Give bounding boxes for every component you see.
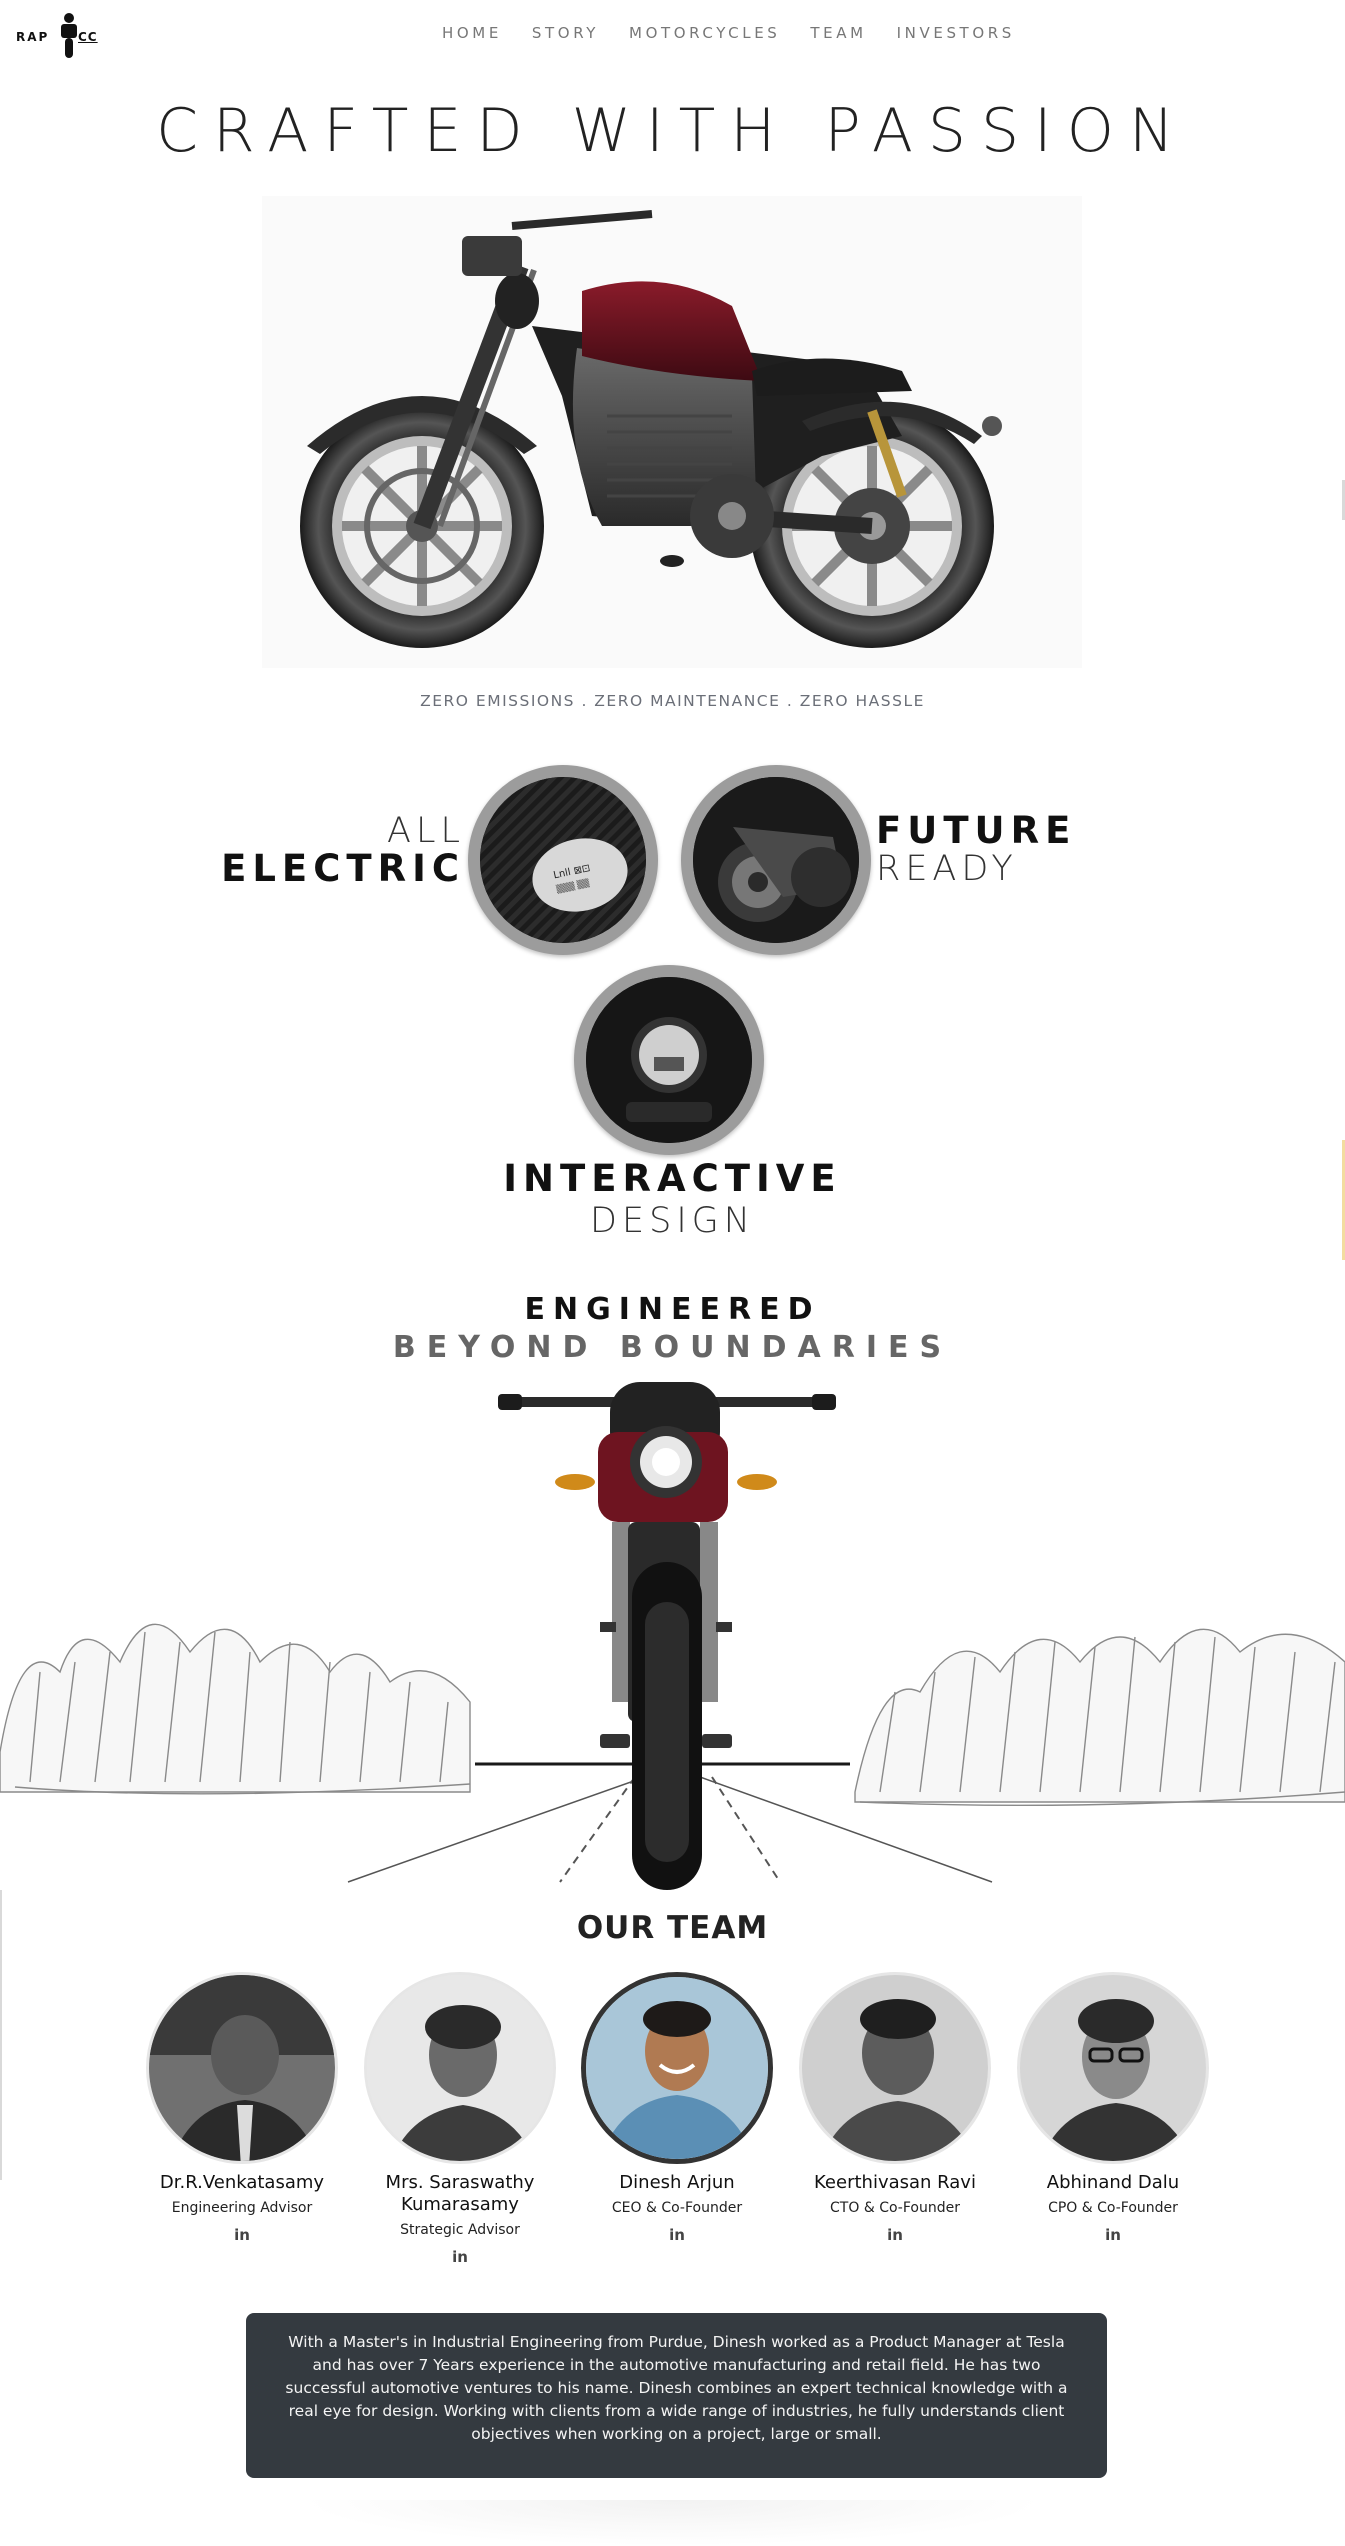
team-member-card[interactable]: Dr.R.Venkatasamy Engineering Advisor in: [142, 1972, 342, 2244]
linkedin-icon[interactable]: in: [577, 2226, 777, 2244]
engineered-subtitle: BEYOND BOUNDARIES: [392, 1330, 953, 1365]
logo[interactable]: RAP CC: [16, 8, 111, 60]
team-member-bio: With a Master's in Industrial Engineerin…: [246, 2313, 1107, 2478]
logo-suffix: CC: [78, 30, 98, 44]
team-member-role: CPO & Co-Founder: [1048, 2200, 1178, 2216]
engineered-title: ENGINEERED: [524, 1292, 821, 1327]
feature-image-dashboard: [574, 965, 764, 1155]
feature-all-electric: ALL ELECTRIC: [221, 812, 465, 888]
linkedin-icon[interactable]: in: [1013, 2226, 1213, 2244]
nav-motorcycles[interactable]: MOTORCYCLES: [629, 24, 780, 42]
team-title: OUR TEAM: [576, 1910, 769, 1946]
feature-future-ready: FUTURE READY: [876, 809, 1077, 889]
logo-rider-icon: [61, 13, 77, 58]
avatar[interactable]: [581, 1972, 773, 2164]
feature-all-electric-bold: ELECTRIC: [221, 847, 465, 890]
team-member-role: Engineering Advisor: [171, 2200, 313, 2216]
avatar[interactable]: [1017, 1972, 1209, 2164]
feature-interactive-design: INTERACTIVE DESIGN: [0, 1158, 1345, 1242]
team-member-role: Strategic Advisor: [400, 2222, 520, 2238]
team-member-card[interactable]: Keerthivasan Ravi CTO & Co-Founder in: [795, 1972, 995, 2244]
team-member-name: Dr.R.Venkatasamy: [159, 2172, 325, 2193]
logo-text: RAP: [16, 30, 50, 44]
bottom-shadow: [300, 2500, 1045, 2546]
edge-divider: [0, 1890, 2, 2180]
team-member-card[interactable]: Mrs. Saraswathy Kumarasamy Strategic Adv…: [360, 1972, 560, 2266]
team-member-card[interactable]: Abhinand Dalu CPO & Co-Founder in: [1013, 1972, 1213, 2244]
hero-tagline: ZERO EMISSIONS . ZERO MAINTENANCE . ZERO…: [420, 692, 925, 710]
avatar[interactable]: [799, 1972, 991, 2164]
feature-interactive-bold: INTERACTIVE: [503, 1157, 842, 1200]
motorcycle-front-scene: [0, 1372, 1345, 1892]
team-member-card-active[interactable]: Dinesh Arjun CEO & Co-Founder in: [577, 1972, 777, 2244]
team-member-name: Dinesh Arjun: [619, 2172, 735, 2193]
main-nav: HOME STORY MOTORCYCLES TEAM INVESTORS: [442, 24, 1045, 42]
team-member-name: Keerthivasan Ravi: [814, 2172, 976, 2193]
linkedin-icon[interactable]: in: [360, 2248, 560, 2266]
feature-all-electric-light: ALL: [387, 811, 465, 851]
feature-future-ready-bold: FUTURE: [876, 809, 1077, 852]
team-member-name: Abhinand Dalu: [1046, 2172, 1180, 2193]
nav-investors[interactable]: INVESTORS: [897, 24, 1015, 42]
nav-team[interactable]: TEAM: [810, 24, 866, 42]
team-member-role: CTO & Co-Founder: [830, 2200, 960, 2216]
feature-future-ready-light: READY: [876, 849, 1018, 889]
avatar[interactable]: [146, 1972, 338, 2164]
feature-interactive-light: DESIGN: [590, 1201, 755, 1241]
hero-title: CRAFTED WITH PASSION: [156, 96, 1189, 166]
nav-home[interactable]: HOME: [442, 24, 502, 42]
feature-image-battery: Lnll ⊠⊡ ▒▒▒ ▒▒: [468, 765, 658, 955]
linkedin-icon[interactable]: in: [142, 2226, 342, 2244]
feature-image-bike-rear: [681, 765, 871, 955]
avatar[interactable]: [364, 1972, 556, 2164]
team-member-role: CEO & Co-Founder: [611, 2200, 743, 2216]
linkedin-icon[interactable]: in: [795, 2226, 995, 2244]
team-member-name: Mrs. Saraswathy Kumarasamy: [385, 2172, 535, 2215]
nav-story[interactable]: STORY: [532, 24, 599, 42]
motorcycle-side-image: [262, 196, 1082, 668]
